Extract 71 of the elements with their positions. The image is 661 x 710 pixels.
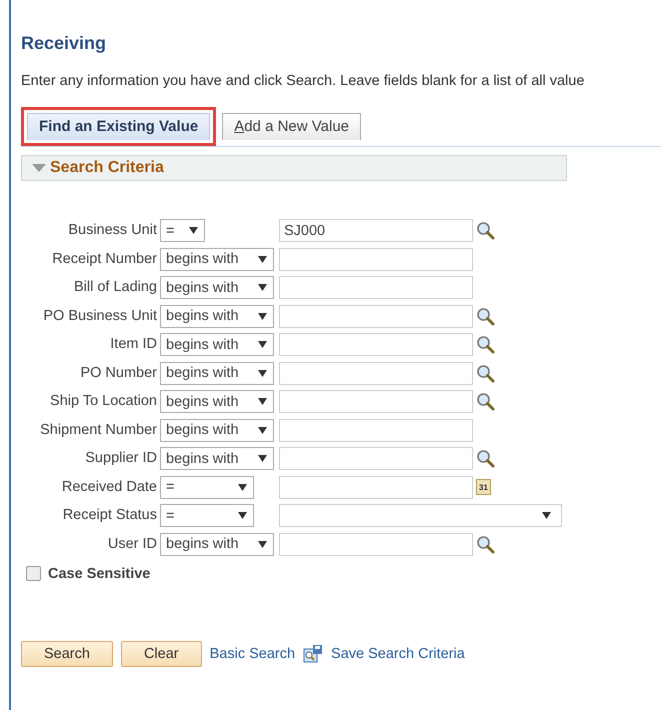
caret-icon [258, 312, 267, 320]
input-field[interactable] [279, 362, 473, 384]
caret-icon [258, 284, 267, 291]
field-label: Business Unit [67, 221, 158, 240]
operator-select[interactable]: begins with [160, 447, 274, 470]
field-label: Item ID [109, 335, 158, 354]
input-field[interactable] [279, 276, 473, 299]
tab[interactable]: Add a New Value [222, 113, 362, 140]
caret-icon [258, 341, 267, 348]
input-field[interactable] [279, 304, 473, 328]
caret-icon [258, 398, 267, 405]
search-icon[interactable] [476, 364, 495, 382]
operator-select[interactable]: begins with [160, 276, 274, 299]
save-search-icon[interactable] [303, 644, 324, 664]
operator-select[interactable]: begins with [160, 532, 274, 556]
field-label: Ship To Location [49, 392, 158, 411]
search-icon[interactable] [476, 221, 495, 240]
page-title: Receiving [21, 33, 108, 54]
operator-select[interactable]: begins with [160, 333, 274, 356]
operator-select[interactable]: begins with [160, 304, 274, 328]
caret-icon [238, 484, 247, 490]
caret-icon [542, 512, 551, 519]
operator-select[interactable]: = [160, 504, 254, 527]
link[interactable]: Basic Search [210, 646, 296, 662]
search-icon[interactable] [476, 335, 495, 354]
operator-select[interactable]: = [160, 219, 205, 242]
field-label: Received Date [60, 478, 158, 496]
field-label: PO Business Unit [42, 306, 158, 326]
link[interactable]: Save Search Criteria [331, 646, 465, 662]
checkbox-label: Case Sensitive [48, 566, 150, 582]
search-icon[interactable] [476, 306, 495, 326]
input-field[interactable] [279, 333, 473, 356]
checkbox[interactable] [26, 566, 41, 581]
search-icon[interactable] [476, 392, 495, 411]
field-label: Receipt Status [62, 506, 158, 525]
section-title: Search Criteria [50, 159, 164, 177]
input-field[interactable] [279, 447, 473, 470]
input-field[interactable] [279, 248, 473, 270]
input-field[interactable] [279, 390, 473, 413]
field-label: Receipt Number [51, 250, 158, 268]
search-icon[interactable] [476, 449, 495, 468]
triangle-down-icon[interactable] [32, 163, 46, 173]
field-label: PO Number [79, 364, 158, 382]
field-label: User ID [106, 534, 158, 554]
field-label: Bill of Lading [72, 278, 158, 297]
action-button[interactable]: Search [21, 640, 113, 666]
instructions-text: Enter any information you have and click Search. Leave fields blank for a list of all value [21, 73, 586, 89]
caret-icon [189, 227, 198, 234]
caret-icon [258, 455, 267, 462]
field-label: Supplier ID [84, 449, 158, 468]
status-dropdown[interactable] [279, 504, 562, 527]
caret-icon [258, 540, 267, 548]
input-field[interactable] [279, 532, 473, 556]
field-label: Shipment Number [39, 420, 158, 440]
calendar-icon[interactable]: 31 [476, 479, 491, 495]
caret-icon [258, 256, 267, 262]
section-header[interactable]: Search Criteria [21, 155, 567, 181]
input-field[interactable] [279, 476, 473, 498]
operator-select[interactable]: = [160, 476, 254, 498]
operator-select[interactable]: begins with [160, 390, 274, 413]
caret-icon [258, 370, 267, 376]
action-button[interactable]: Clear [120, 640, 202, 666]
input-field[interactable]: SJ000 [279, 219, 473, 242]
tab[interactable]: Find an Existing Value [27, 113, 210, 140]
input-field[interactable] [279, 418, 473, 442]
caret-icon [258, 426, 267, 434]
operator-select[interactable]: begins with [160, 248, 274, 270]
operator-select[interactable]: begins with [160, 362, 274, 384]
operator-select[interactable]: begins with [160, 418, 274, 442]
caret-icon [238, 512, 247, 519]
search-icon[interactable] [476, 534, 495, 554]
